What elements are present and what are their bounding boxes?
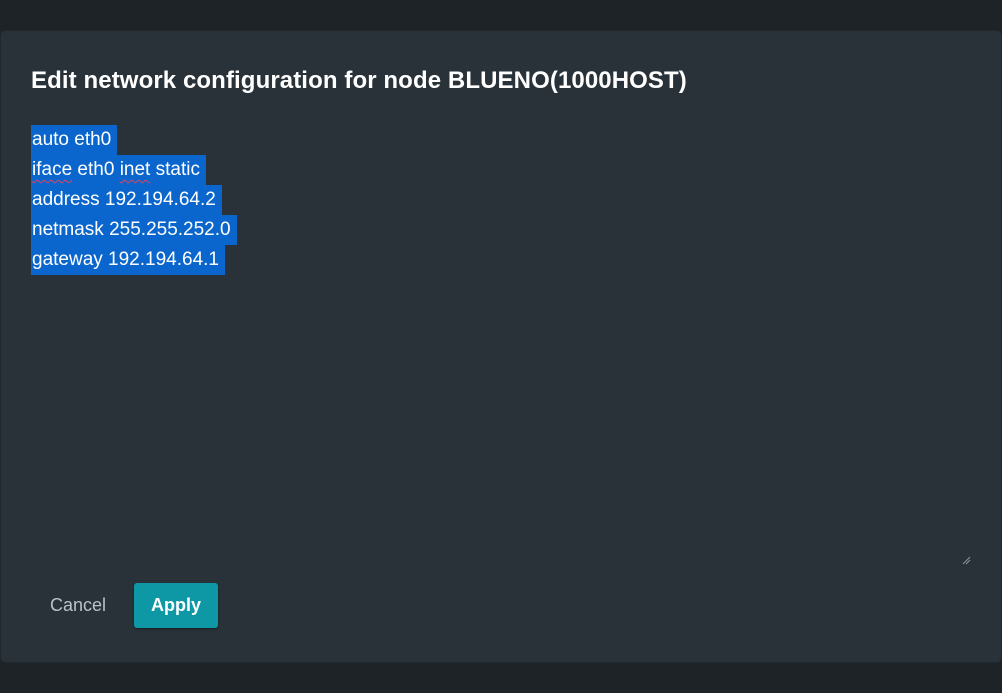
network-config-textarea[interactable]: auto eth0 iface eth0 inet static address… bbox=[31, 125, 971, 565]
config-lines: auto eth0 iface eth0 inet static address… bbox=[31, 125, 971, 275]
config-text: eth0 bbox=[72, 159, 120, 180]
config-line: iface eth0 inet static bbox=[31, 155, 971, 185]
config-line: gateway 192.194.64.1 bbox=[31, 245, 971, 275]
apply-button[interactable]: Apply bbox=[134, 583, 218, 628]
config-text: netmask 255.255.252.0 bbox=[32, 219, 231, 240]
cancel-button[interactable]: Cancel bbox=[37, 583, 119, 627]
config-text: auto eth0 bbox=[32, 129, 112, 150]
network-config-dialog: Edit network configuration for node BLUE… bbox=[1, 31, 1001, 662]
config-line: netmask 255.255.252.0 bbox=[31, 215, 971, 245]
config-text-misspelled: iface bbox=[32, 159, 73, 180]
config-line: auto eth0 bbox=[31, 125, 971, 155]
dialog-title: Edit network configuration for node BLUE… bbox=[31, 67, 687, 94]
config-text: gateway 192.194.64.1 bbox=[32, 249, 219, 270]
config-text: static bbox=[150, 159, 200, 180]
resize-grip-icon[interactable] bbox=[961, 555, 971, 565]
config-text: address 192.194.64.2 bbox=[32, 189, 216, 210]
config-text-misspelled: inet bbox=[119, 159, 151, 180]
config-line: address 192.194.64.2 bbox=[31, 185, 971, 215]
